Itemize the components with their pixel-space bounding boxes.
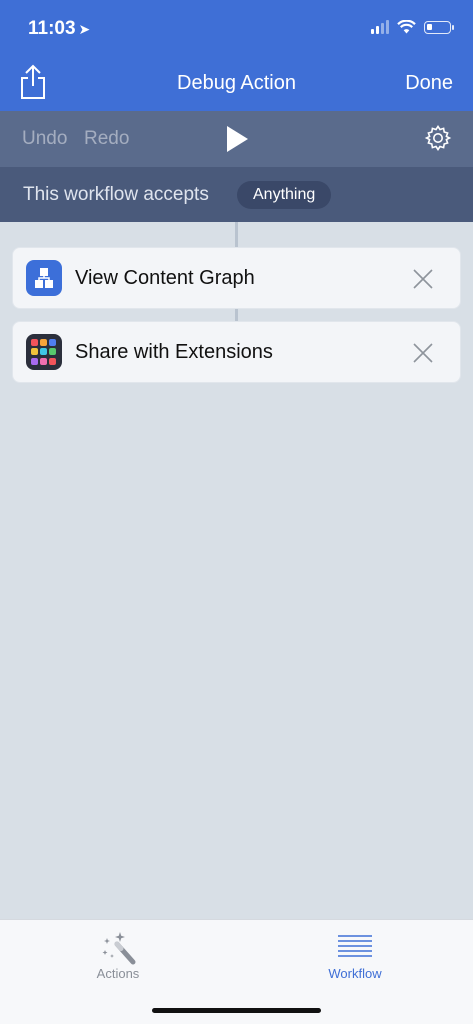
run-button[interactable] bbox=[225, 125, 249, 158]
extensions-icon bbox=[26, 334, 62, 370]
cellular-signal-icon bbox=[371, 20, 389, 34]
tab-actions[interactable]: Actions bbox=[0, 920, 236, 1000]
remove-action-button[interactable] bbox=[412, 268, 434, 290]
accepts-label: This workflow accepts bbox=[23, 184, 209, 205]
action-card-view-content-graph[interactable]: View Content Graph bbox=[12, 247, 461, 309]
settings-button[interactable] bbox=[424, 124, 452, 157]
connector-line bbox=[235, 222, 238, 248]
status-time: 11:03 ➤ bbox=[28, 18, 90, 40]
close-icon bbox=[413, 343, 433, 363]
nav-title: Debug Action bbox=[177, 72, 296, 94]
list-icon bbox=[338, 935, 372, 957]
tab-label: Actions bbox=[96, 966, 140, 981]
workflow-input-bar: This workflow accepts Anything bbox=[0, 167, 473, 222]
action-label: View Content Graph bbox=[75, 267, 255, 289]
undo-button[interactable]: Undo bbox=[22, 128, 67, 150]
content-graph-icon bbox=[26, 260, 62, 296]
remove-action-button[interactable] bbox=[412, 342, 434, 364]
tab-workflow[interactable]: Workflow bbox=[237, 920, 473, 1000]
action-card-share-with-extensions[interactable]: Share with Extensions bbox=[12, 321, 461, 383]
redo-button[interactable]: Redo bbox=[84, 128, 129, 150]
battery-icon bbox=[424, 20, 454, 34]
location-arrow-icon: ➤ bbox=[78, 21, 91, 37]
gear-icon bbox=[424, 125, 452, 151]
status-time-text: 11:03 bbox=[28, 18, 76, 39]
header: 11:03 ➤ Debug Action Done bbox=[0, 0, 473, 111]
action-label: Share with Extensions bbox=[75, 341, 273, 363]
tab-label: Workflow bbox=[328, 966, 382, 981]
close-icon bbox=[413, 269, 433, 289]
play-icon bbox=[227, 126, 248, 152]
home-indicator bbox=[152, 1008, 321, 1013]
accepts-type-button[interactable]: Anything bbox=[237, 181, 332, 209]
wifi-icon bbox=[397, 20, 416, 34]
editor-toolbar: Undo Redo bbox=[0, 111, 473, 167]
magic-wand-icon bbox=[102, 932, 136, 965]
status-icons bbox=[371, 20, 454, 34]
done-button[interactable]: Done bbox=[405, 72, 453, 95]
